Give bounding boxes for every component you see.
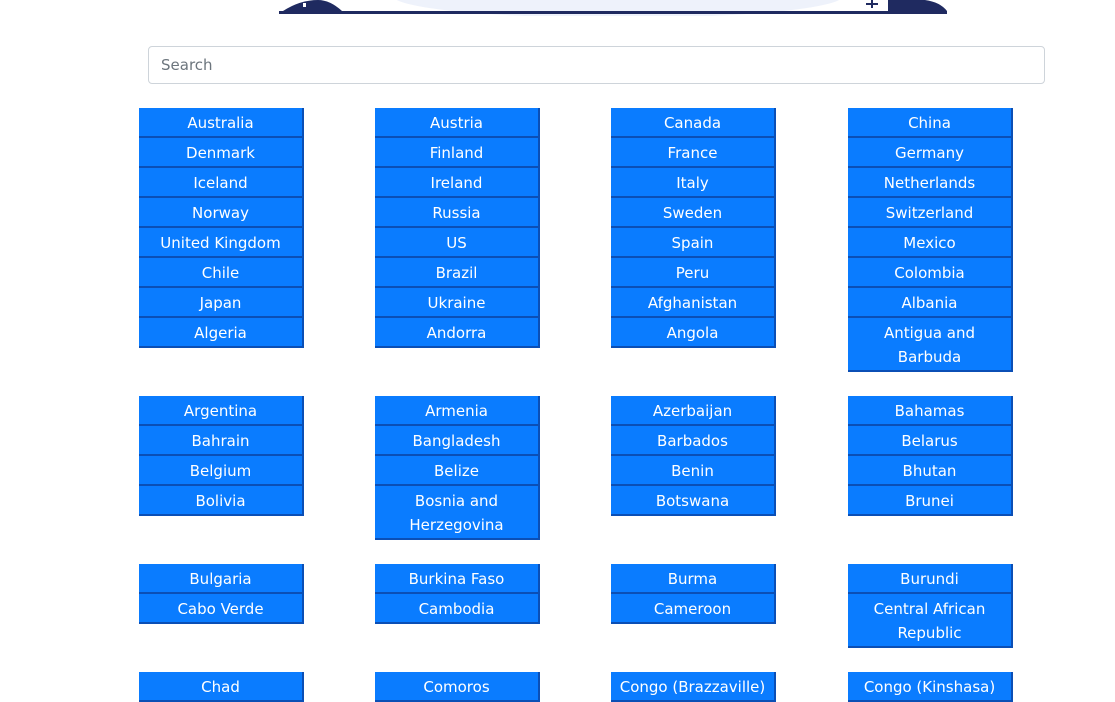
country-button[interactable]: Belgium	[139, 456, 304, 486]
country-button[interactable]: Burma	[611, 564, 776, 594]
country-button-grid: Australia Austria Canada China Denmark Finlan…	[0, 0, 1115, 702]
country-button[interactable]: Bangladesh	[375, 426, 540, 456]
country-button[interactable]: Bulgaria	[139, 564, 304, 594]
country-button[interactable]: Algeria	[139, 318, 304, 348]
country-button[interactable]: Cabo Verde	[139, 594, 304, 624]
country-button[interactable]: Burkina Faso	[375, 564, 540, 594]
country-button[interactable]: Barbados	[611, 426, 776, 456]
country-button[interactable]: Switzerland	[848, 198, 1013, 228]
country-button[interactable]: Netherlands	[848, 168, 1013, 198]
country-button[interactable]: Austria	[375, 108, 540, 138]
country-button[interactable]: Denmark	[139, 138, 304, 168]
country-button[interactable]: Comoros	[375, 672, 540, 702]
country-button[interactable]: Germany	[848, 138, 1013, 168]
country-button[interactable]: Antigua and Barbuda	[848, 318, 1013, 372]
country-button[interactable]: Armenia	[375, 396, 540, 426]
country-button[interactable]: Canada	[611, 108, 776, 138]
country-button[interactable]: Italy	[611, 168, 776, 198]
country-button[interactable]: Central African Republic	[848, 594, 1013, 648]
country-button[interactable]: China	[848, 108, 1013, 138]
country-button[interactable]: Angola	[611, 318, 776, 348]
country-button[interactable]: Congo (Brazzaville)	[611, 672, 776, 702]
country-button[interactable]: Burundi	[848, 564, 1013, 594]
country-button[interactable]: Australia	[139, 108, 304, 138]
country-button[interactable]: Bahrain	[139, 426, 304, 456]
country-button[interactable]: Japan	[139, 288, 304, 318]
country-button[interactable]: Sweden	[611, 198, 776, 228]
country-button[interactable]: Afghanistan	[611, 288, 776, 318]
country-button[interactable]: US	[375, 228, 540, 258]
country-button[interactable]: France	[611, 138, 776, 168]
country-button[interactable]: Belarus	[848, 426, 1013, 456]
country-button[interactable]: Iceland	[139, 168, 304, 198]
country-button[interactable]: Bolivia	[139, 486, 304, 516]
country-button[interactable]: Mexico	[848, 228, 1013, 258]
country-button[interactable]: Azerbaijan	[611, 396, 776, 426]
country-button[interactable]: Belize	[375, 456, 540, 486]
country-button[interactable]: Ireland	[375, 168, 540, 198]
country-button[interactable]: Chile	[139, 258, 304, 288]
country-button[interactable]: Ukraine	[375, 288, 540, 318]
country-button[interactable]: Cameroon	[611, 594, 776, 624]
country-button[interactable]: Peru	[611, 258, 776, 288]
country-button[interactable]: Cambodia	[375, 594, 540, 624]
country-button[interactable]: Chad	[139, 672, 304, 702]
country-button[interactable]: Bhutan	[848, 456, 1013, 486]
country-button[interactable]: United Kingdom	[139, 228, 304, 258]
country-button[interactable]: Congo (Kinshasa)	[848, 672, 1013, 702]
country-button[interactable]: Bosnia and Herzegovina	[375, 486, 540, 540]
country-button[interactable]: Brazil	[375, 258, 540, 288]
country-button[interactable]: Russia	[375, 198, 540, 228]
country-button[interactable]: Finland	[375, 138, 540, 168]
country-button[interactable]: Norway	[139, 198, 304, 228]
country-button[interactable]: Argentina	[139, 396, 304, 426]
country-button[interactable]: Benin	[611, 456, 776, 486]
country-button[interactable]: Albania	[848, 288, 1013, 318]
country-button[interactable]: Colombia	[848, 258, 1013, 288]
country-button[interactable]: Andorra	[375, 318, 540, 348]
country-button[interactable]: Spain	[611, 228, 776, 258]
country-button[interactable]: Botswana	[611, 486, 776, 516]
country-button[interactable]: Brunei	[848, 486, 1013, 516]
country-button[interactable]: Bahamas	[848, 396, 1013, 426]
